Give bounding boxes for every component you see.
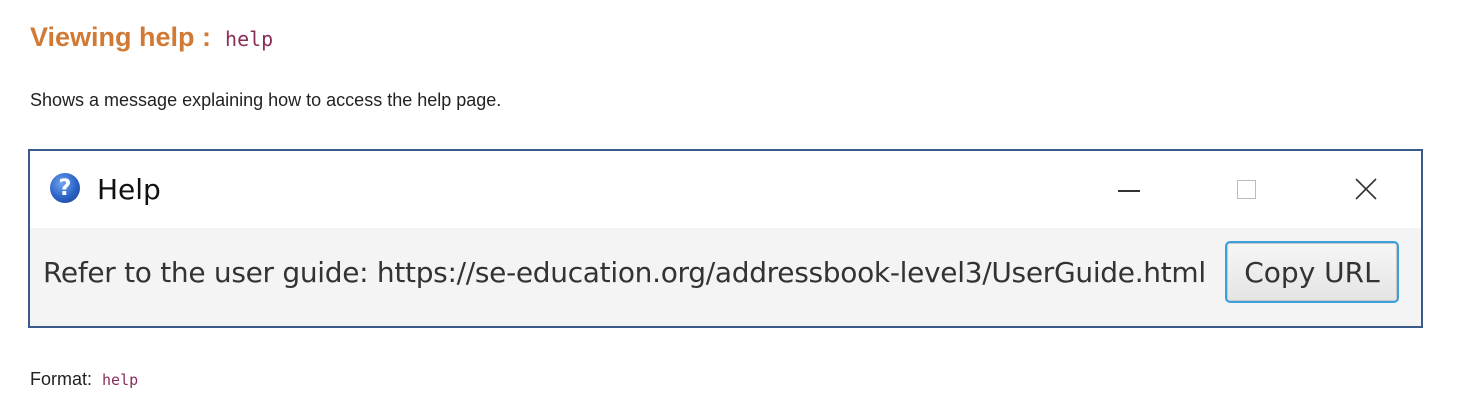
maximize-button[interactable] [1226,171,1266,207]
help-window-body: Refer to the user guide: https://se-educ… [30,228,1421,326]
minimize-button[interactable] [1109,171,1149,207]
copy-url-button[interactable]: Copy URL [1225,241,1399,303]
format-label: Format: [30,369,93,389]
maximize-icon [1236,179,1256,199]
close-button[interactable] [1346,171,1386,207]
section-heading-command: help [225,27,274,51]
user-guide-message: Refer to the user guide: https://se-educ… [43,256,1206,289]
question-mark-icon: ? [50,173,80,203]
format-command: help [102,371,139,389]
help-window: ? Help Refer to the user guide: https://… [28,149,1423,328]
format-line: Format: help [30,369,138,390]
section-heading: Viewing help : help [30,22,273,53]
description-text: Shows a message explaining how to access… [30,90,502,110]
close-icon [1355,178,1377,200]
section-heading-title: Viewing help : [30,22,212,52]
help-window-titlebar[interactable]: ? Help [30,151,1421,228]
help-window-title: Help [97,173,161,206]
minimize-icon [1118,190,1140,192]
